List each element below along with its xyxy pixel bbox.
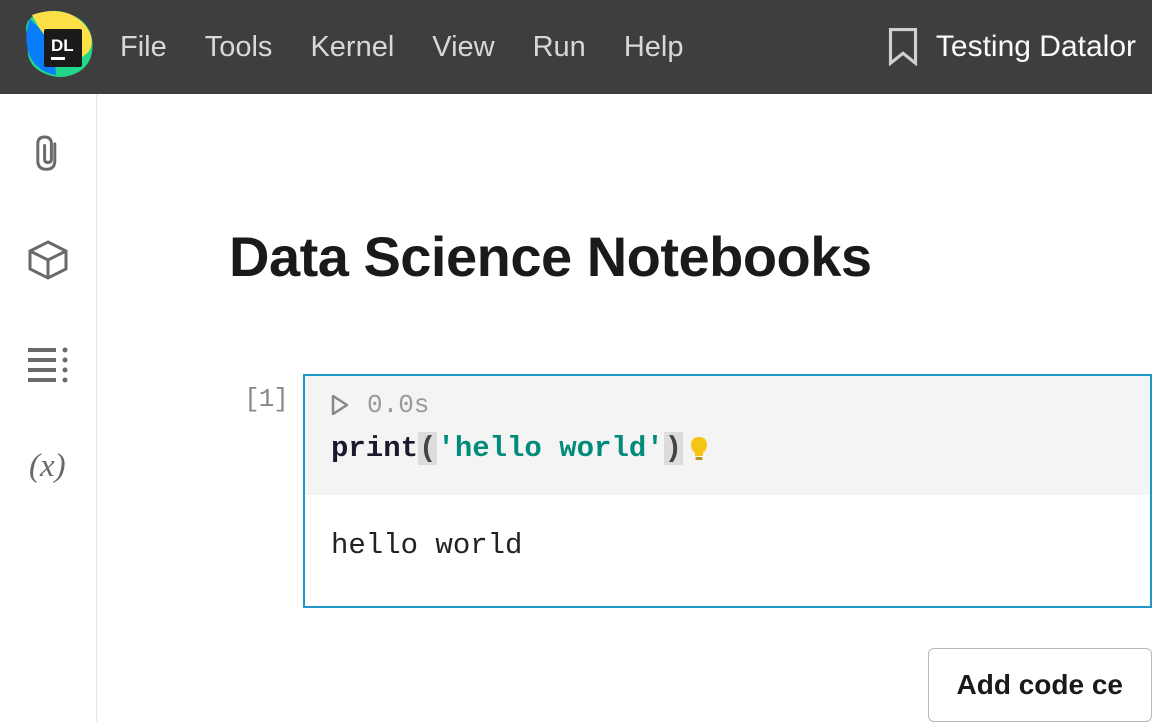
menu-kernel[interactable]: Kernel bbox=[310, 31, 394, 64]
exec-count-label: [1] bbox=[229, 374, 303, 414]
cell-header: 0.0s bbox=[331, 390, 1124, 420]
exec-time: 0.0s bbox=[367, 390, 429, 420]
play-icon[interactable] bbox=[331, 395, 349, 415]
variables-icon[interactable]: (x) bbox=[26, 442, 70, 486]
svg-text:(x): (x) bbox=[29, 448, 66, 484]
attachments-icon[interactable] bbox=[26, 132, 70, 176]
token-lparen: ( bbox=[418, 432, 437, 465]
topbar: DL File Tools Kernel View Run Help Testi… bbox=[0, 0, 1152, 94]
svg-text:DL: DL bbox=[51, 36, 74, 55]
cell-output: hello world bbox=[305, 495, 1150, 606]
code-line[interactable]: print('hello world') bbox=[331, 432, 1124, 465]
lightbulb-icon[interactable] bbox=[689, 436, 709, 462]
menu-tools[interactable]: Tools bbox=[205, 31, 273, 64]
menu-run[interactable]: Run bbox=[533, 31, 586, 64]
content-area: Data Science Notebooks [1] 0.0s print('h… bbox=[97, 94, 1152, 722]
token-string: 'hello world' bbox=[437, 432, 663, 465]
menu-help[interactable]: Help bbox=[624, 31, 684, 64]
bookmark-icon[interactable] bbox=[888, 28, 918, 66]
main-area: (x) Data Science Notebooks [1] 0.0s bbox=[0, 94, 1152, 722]
page-title: Data Science Notebooks bbox=[229, 224, 1152, 289]
notebook-name[interactable]: Testing Datalor bbox=[936, 30, 1136, 64]
left-sidebar: (x) bbox=[0, 94, 97, 722]
app-logo: DL bbox=[22, 9, 98, 85]
cell-row: [1] 0.0s print('hello world') bbox=[229, 374, 1152, 608]
notebook-title-area: Testing Datalor bbox=[888, 28, 1136, 66]
code-cell[interactable]: 0.0s print('hello world') hello world bbox=[303, 374, 1152, 608]
cell-input-area[interactable]: 0.0s print('hello world') bbox=[305, 376, 1150, 495]
menu-file[interactable]: File bbox=[120, 31, 167, 64]
toc-icon[interactable] bbox=[26, 344, 70, 388]
menu-view[interactable]: View bbox=[432, 31, 494, 64]
token-rparen: ) bbox=[664, 432, 683, 465]
main-menu: File Tools Kernel View Run Help bbox=[120, 31, 888, 64]
token-func: print bbox=[331, 432, 418, 465]
add-code-cell-button[interactable]: Add code ce bbox=[928, 648, 1152, 722]
package-icon[interactable] bbox=[26, 238, 70, 282]
